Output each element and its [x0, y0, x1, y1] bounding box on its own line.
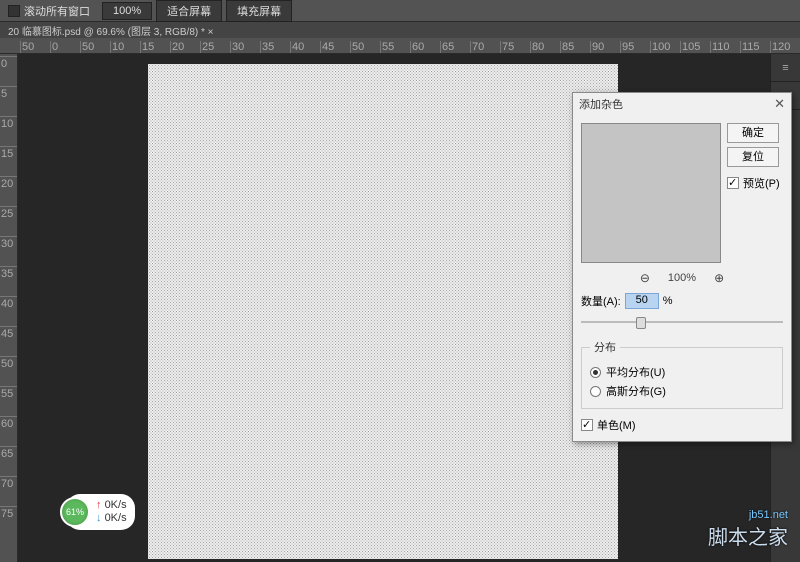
ruler-tick: 120 — [770, 41, 800, 53]
zoom-in-icon[interactable]: ⊕ — [714, 271, 724, 285]
arrow-down-icon: ↓ — [96, 512, 102, 524]
ruler-tick: 20 — [170, 41, 200, 53]
arrow-up-icon: ↑ — [96, 499, 102, 511]
ruler-tick: 40 — [290, 41, 320, 53]
net-usage-badge: 61% — [60, 497, 90, 527]
distribution-fieldset: 分布 平均分布(U) 高斯分布(G) — [581, 339, 783, 409]
reset-button[interactable]: 复位 — [727, 147, 779, 167]
fill-screen-button[interactable]: 填充屏幕 — [226, 0, 292, 22]
top-toolbar: 滚动所有窗口 100% 适合屏幕 填充屏幕 — [0, 0, 800, 22]
ruler-tick: 55 — [0, 386, 17, 416]
add-noise-dialog: 添加杂色 ✕ 确定 复位 预览(P) ⊖ 100% ⊕ 数量(A): 50 % — [572, 92, 792, 442]
ruler-tick: 0 — [50, 41, 80, 53]
ruler-tick: 10 — [0, 116, 17, 146]
document-tab-bar: 20 临慕图标.psd @ 69.6% (图层 3, RGB/8) * × — [0, 22, 800, 38]
ruler-tick: 65 — [0, 446, 17, 476]
document-tab[interactable]: 20 临慕图标.psd @ 69.6% (图层 3, RGB/8) * × — [8, 23, 214, 38]
monochrome-checkbox[interactable] — [581, 419, 593, 431]
close-icon[interactable]: ✕ — [774, 96, 785, 112]
ruler-tick: 75 — [500, 41, 530, 53]
ruler-tick: 60 — [0, 416, 17, 446]
ruler-tick: 20 — [0, 176, 17, 206]
ok-button[interactable]: 确定 — [727, 123, 779, 143]
ruler-tick: 50 — [350, 41, 380, 53]
ruler-tick: 50 — [80, 41, 110, 53]
amount-slider[interactable] — [581, 315, 783, 329]
watermark: jb51.net 脚本之家 — [708, 509, 788, 550]
ruler-tick: 30 — [230, 41, 260, 53]
ruler-tick: 45 — [0, 326, 17, 356]
ruler-tick: 15 — [0, 146, 17, 176]
rail-menu-icon[interactable]: ≡ — [771, 54, 800, 82]
zoom-out-icon[interactable]: ⊖ — [640, 271, 650, 285]
ruler-tick: 15 — [140, 41, 170, 53]
zoom-100-button[interactable]: 100% — [102, 2, 152, 20]
ruler-tick: 60 — [410, 41, 440, 53]
ruler-tick: 45 — [320, 41, 350, 53]
ruler-tick: 25 — [0, 206, 17, 236]
amount-label: 数量(A): — [581, 293, 621, 309]
ruler-tick: 70 — [470, 41, 500, 53]
document-canvas[interactable] — [148, 64, 618, 559]
ruler-tick: 100 — [650, 41, 680, 53]
ruler-tick: 55 — [380, 41, 410, 53]
network-widget: 61% ↑ 0K/s ↓ 0K/s — [66, 494, 135, 530]
ruler-tick: 105 — [680, 41, 710, 53]
ruler-tick: 50 — [0, 356, 17, 386]
net-up: 0K/s — [105, 499, 127, 511]
ruler-tick: 70 — [0, 476, 17, 506]
ruler-tick: 35 — [0, 266, 17, 296]
scroll-all-label: 滚动所有窗口 — [24, 3, 90, 19]
watermark-url: jb51.net — [708, 509, 788, 521]
watermark-cn: 脚本之家 — [708, 521, 788, 550]
ruler-tick: 30 — [0, 236, 17, 266]
dialog-titlebar[interactable]: 添加杂色 ✕ — [573, 93, 791, 115]
gaussian-label: 高斯分布(G) — [606, 383, 666, 399]
ruler-tick: 40 — [0, 296, 17, 326]
dialog-title: 添加杂色 — [579, 96, 623, 112]
ruler-vertical: 051015202530354045505560657075 — [0, 54, 18, 562]
monochrome-label: 单色(M) — [597, 417, 636, 433]
amount-unit: % — [663, 295, 673, 307]
preview-checkbox[interactable] — [727, 177, 739, 189]
preview-zoom-value: 100% — [668, 272, 696, 284]
uniform-radio[interactable] — [590, 367, 601, 378]
uniform-label: 平均分布(U) — [606, 364, 665, 380]
ruler-tick: 35 — [260, 41, 290, 53]
ruler-horizontal: 5005010152025303540455055606570758085909… — [0, 38, 800, 54]
ruler-tick: 5 — [0, 86, 17, 116]
slider-thumb[interactable] — [636, 317, 646, 329]
ruler-tick: 95 — [620, 41, 650, 53]
fit-screen-button[interactable]: 适合屏幕 — [156, 0, 222, 22]
scroll-all-checkbox[interactable] — [8, 5, 20, 17]
ruler-tick: 10 — [110, 41, 140, 53]
ruler-tick: 110 — [710, 41, 740, 53]
amount-input[interactable]: 50 — [625, 293, 659, 309]
ruler-tick: 65 — [440, 41, 470, 53]
distribution-legend: 分布 — [590, 339, 620, 355]
ruler-tick: 90 — [590, 41, 620, 53]
ruler-tick: 75 — [0, 506, 17, 536]
ruler-tick: 25 — [200, 41, 230, 53]
noise-preview[interactable] — [581, 123, 721, 263]
ruler-tick: 85 — [560, 41, 590, 53]
gaussian-radio[interactable] — [590, 386, 601, 397]
ruler-tick: 80 — [530, 41, 560, 53]
net-down: 0K/s — [105, 512, 127, 524]
ruler-tick: 115 — [740, 41, 770, 53]
ruler-tick: 0 — [0, 56, 17, 86]
preview-label: 预览(P) — [743, 175, 780, 191]
ruler-tick: 50 — [20, 41, 50, 53]
